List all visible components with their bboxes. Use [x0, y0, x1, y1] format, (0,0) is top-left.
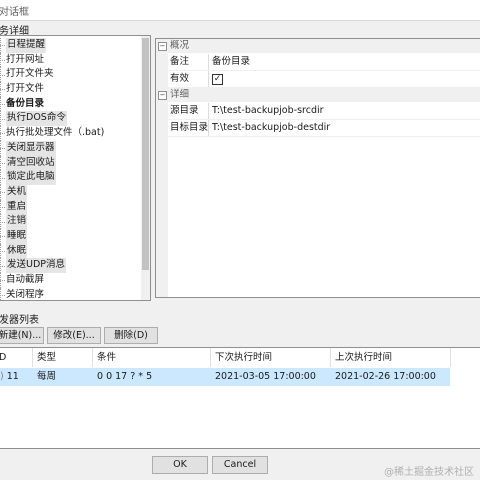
tree-item[interactable]: 注销 [0, 214, 140, 229]
tree-item[interactable]: 打开文件夹 [0, 67, 140, 82]
property-grid-margin [156, 39, 168, 297]
new-trigger-button[interactable]: 新建(N)... [0, 327, 44, 344]
enabled-checkbox[interactable]: ✓ [212, 74, 223, 85]
tree-item-label: 重启 [6, 199, 28, 215]
tree-item[interactable]: 清空回收站 [0, 155, 140, 171]
tree-item[interactable]: 睡眠 [0, 228, 140, 244]
tree-item-label: 备份目录 [6, 97, 45, 109]
category-detail[interactable]: − 详细 [156, 88, 480, 102]
delete-trigger-button[interactable]: 删除(D) [104, 327, 158, 344]
title-bar: 对话框 [0, 0, 480, 21]
property-row-enabled[interactable]: 有效 ✓ [168, 71, 480, 88]
tree-item-label: 打开文件夹 [6, 68, 54, 80]
tree-item-label: 关闭显示器 [6, 140, 56, 156]
cell-last-run: 2021-02-26 17:00:00 [335, 371, 436, 382]
cell-next-run: 2021-03-05 17:00:00 [215, 371, 316, 382]
tree-item-label: 执行DOS命令 [6, 111, 67, 127]
property-grid[interactable]: − 概况 备注 备份目录 有效 ✓ − 详细 源目录 T:\test-backu… [155, 38, 480, 298]
tree-item[interactable]: 关闭程序 [0, 287, 140, 300]
column-header-last-run[interactable]: 上次执行时间 [331, 348, 451, 367]
property-row-target[interactable]: 目标目录 T:\test-backupjob-destdir [168, 120, 480, 137]
property-row-note[interactable]: 备注 备份目录 [168, 54, 480, 71]
collapse-icon[interactable]: − [158, 91, 167, 100]
tree-item-label: 打开文件 [6, 83, 45, 95]
tree-item-label: 清空回收站 [6, 155, 56, 171]
row-marker-icon: ) [0, 371, 7, 382]
target-value[interactable]: T:\test-backupjob-destdir [212, 120, 330, 136]
cancel-button[interactable]: Cancel [212, 456, 268, 474]
watermark: @稀土掘金技术社区 [384, 467, 474, 478]
tree-item-label: 自动截屏 [6, 274, 45, 285]
tree-list: 日程提醒 打开网址打开文件夹打开文件备份目录执行DOS命令 执行批处理文件（.bat… [0, 38, 140, 300]
ok-button[interactable]: OK [152, 456, 208, 474]
category-overview-label: 概况 [170, 40, 190, 51]
tree-item[interactable]: 关机 [0, 184, 140, 200]
tree-item[interactable]: 锁定此电脑 [0, 170, 140, 185]
tree-item[interactable]: 日程提醒 [0, 38, 140, 53]
property-row-source[interactable]: 源目录 T:\test-backupjob-srcdir [168, 103, 480, 120]
category-overview[interactable]: − 概况 [156, 39, 480, 53]
edit-trigger-button[interactable]: 修改(E)... [47, 327, 101, 344]
tree-item-label: 锁定此电脑 [6, 170, 56, 185]
tree-item-label: 休眠 [6, 243, 28, 259]
tree-item[interactable]: 执行DOS命令 [0, 111, 140, 127]
tree-item-label: 日程提醒 [6, 38, 47, 53]
tree-scrollbar[interactable] [141, 36, 150, 300]
cell-condition: 0 0 17 ? * 5 [97, 371, 153, 382]
tree-item[interactable]: 自动截屏 [0, 273, 140, 288]
column-header-condition[interactable]: 条件 [93, 348, 211, 367]
tree-item[interactable]: 打开文件 [0, 82, 140, 97]
tree-scrollbar-thumb[interactable] [142, 38, 149, 270]
collapse-icon[interactable]: − [158, 42, 167, 51]
tree-item-label: 执行批处理文件（.bat) [6, 127, 105, 139]
note-value[interactable]: 备份目录 [212, 54, 250, 70]
tree-item[interactable]: 休眠 [0, 243, 140, 259]
tree-item-label: 睡眠 [6, 228, 28, 244]
task-type-tree[interactable]: 日程提醒 打开网址打开文件夹打开文件备份目录执行DOS命令 执行批处理文件（.bat… [0, 35, 151, 301]
trigger-list-label: 发器列表 [0, 315, 39, 326]
column-header-id[interactable]: D [0, 348, 33, 367]
tree-item[interactable]: 发送UDP消息 [0, 258, 140, 274]
trigger-table[interactable]: D 类型 条件 下次执行时间 上次执行时间 ) 11 每周 0 0 17 ? *… [0, 347, 480, 449]
column-header-next-run[interactable]: 下次执行时间 [211, 348, 331, 367]
tree-item-label: 注销 [6, 214, 28, 229]
tree-item[interactable]: 备份目录 [0, 96, 140, 112]
cell-id: ) 11 [0, 371, 19, 382]
source-value[interactable]: T:\test-backupjob-srcdir [212, 103, 324, 119]
tree-item-label: 关闭程序 [6, 288, 45, 300]
tree-item[interactable]: 执行批处理文件（.bat) [0, 126, 140, 141]
tree-item[interactable]: 关闭显示器 [0, 140, 140, 156]
source-label: 源目录 [170, 103, 209, 119]
window-title: 对话框 [0, 7, 29, 18]
category-detail-label: 详细 [170, 89, 190, 100]
note-label: 备注 [170, 54, 209, 70]
tree-item-label: 打开网址 [6, 53, 45, 65]
cell-type: 每周 [37, 371, 57, 382]
target-label: 目标目录 [170, 120, 209, 136]
enabled-label: 有效 [170, 71, 209, 87]
tree-item-label: 关机 [6, 184, 28, 200]
tree-item[interactable]: 打开网址 [0, 52, 140, 68]
tree-item-label: 发送UDP消息 [6, 258, 66, 274]
tree-item[interactable]: 重启 [0, 199, 140, 215]
column-header-type[interactable]: 类型 [33, 348, 93, 367]
